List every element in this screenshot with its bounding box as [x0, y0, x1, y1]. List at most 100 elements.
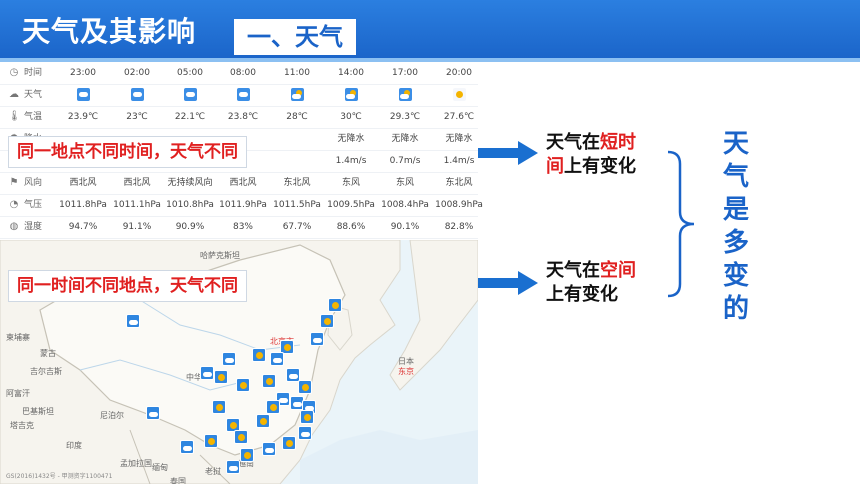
cloud-icon — [76, 88, 90, 101]
map-place-label: 吉尔吉斯 — [30, 367, 62, 376]
map-place-label: 缅甸 — [152, 463, 168, 472]
conclusion-char: 气 — [722, 162, 749, 192]
weather-icon-cell — [110, 84, 164, 106]
sun-icon[interactable] — [204, 434, 218, 448]
cloud-icon[interactable] — [298, 426, 312, 440]
value-cell: 无持续风向 — [167, 178, 213, 188]
cloud-icon[interactable] — [200, 366, 214, 380]
value-cell: 23.8℃ — [227, 112, 259, 122]
sun-icon[interactable] — [256, 414, 270, 428]
weather-icon-cell — [163, 84, 217, 106]
value-cell: 22.1℃ — [174, 112, 206, 122]
row-label-text: 气压 — [24, 200, 43, 210]
value-cell: 1011.1hPa — [113, 200, 161, 210]
gauge-icon: ◔ — [9, 199, 19, 210]
weather-icon-cell — [270, 84, 324, 106]
conclusion-vertical-text: 天气是多变的 — [718, 128, 754, 326]
map-place-label: 哈萨克斯坦 — [200, 251, 240, 260]
map-place-label: 柬埔寨 — [6, 333, 30, 342]
time-variation-text: 天气在短时 间上有变化 — [546, 131, 636, 179]
value-cell: 1.4m/s — [335, 156, 367, 166]
value-cell: 西北风 — [69, 178, 97, 188]
space-text-a: 天气在 — [546, 260, 600, 281]
map-place-label: 塔吉克 — [10, 421, 34, 430]
row-label-text: 天气 — [24, 90, 43, 100]
table-row-6: ◔ 气压 1011.8hPa 1011.1hPa 1010.8hPa 1011.9hPa 1… — [0, 194, 483, 217]
weather-icon-cell — [324, 84, 378, 106]
row-label: 🌡 气温 — [0, 106, 50, 128]
value-cell: 东风 — [341, 178, 360, 188]
cloud-icon[interactable] — [262, 442, 276, 456]
sun-icon[interactable] — [212, 400, 226, 414]
value-cell: 23℃ — [126, 112, 148, 122]
map-place-label: 泰国 — [170, 477, 186, 484]
sun-icon[interactable] — [298, 380, 312, 394]
row-label: ◷ 时间 — [0, 62, 50, 84]
time-cell: 11:00 — [284, 68, 310, 78]
value-cell: 82.8% — [444, 222, 474, 232]
map-place-label: 尼泊尔 — [100, 411, 124, 420]
time-text-b: 上有变化 — [564, 156, 636, 177]
value-cell: 30℃ — [340, 112, 362, 122]
sun-icon[interactable] — [320, 314, 334, 328]
time-cell: 02:00 — [124, 68, 150, 78]
cloud-icon[interactable] — [146, 406, 160, 420]
sun-icon[interactable] — [236, 378, 250, 392]
cloud-icon[interactable] — [310, 332, 324, 346]
value-cell: 东北风 — [283, 178, 311, 188]
conclusion-char: 是 — [722, 195, 749, 225]
clock-icon: ◷ — [9, 67, 19, 78]
cloud-icon[interactable] — [126, 314, 140, 328]
value-cell: 1009.5hPa — [327, 200, 375, 210]
sun-icon[interactable] — [266, 400, 280, 414]
map-copyright: GS(2016)1432号 - 甲测资字1100471 — [6, 473, 113, 480]
value-cell: 1008.9hPa — [435, 200, 483, 210]
value-cell: 23.9℃ — [67, 112, 99, 122]
map-place-label: 印度 — [66, 441, 82, 450]
row-label: ◔ 气压 — [0, 194, 50, 216]
sun-icon[interactable] — [300, 410, 314, 424]
conclusion-char: 变 — [722, 261, 749, 291]
cloud-icon — [236, 88, 250, 101]
time-cell: 17:00 — [392, 68, 418, 78]
cloud-icon[interactable] — [226, 460, 240, 474]
cloud-icon[interactable] — [180, 440, 194, 454]
value-cell: 27.6℃ — [443, 112, 475, 122]
value-cell: 东北风 — [445, 178, 473, 188]
value-cell: 90.1% — [390, 222, 420, 232]
conclusion-char: 天 — [722, 129, 749, 159]
weather-icon-cell — [56, 84, 110, 106]
cloud-icon[interactable] — [270, 352, 284, 366]
map-place-label: 巴基斯坦 — [22, 407, 54, 416]
sun-icon[interactable] — [240, 448, 254, 462]
time-cell: 23:00 — [70, 68, 96, 78]
map-place-label: 东京 — [398, 367, 414, 376]
table-row-1: ☁ 天气 — [0, 84, 478, 107]
sun-icon — [452, 88, 466, 101]
sun-icon[interactable] — [234, 430, 248, 444]
row-label-text: 风向 — [24, 178, 43, 188]
callout-space: 同一时间不同地点，天气不同 — [8, 270, 247, 302]
value-cell: 28℃ — [286, 112, 308, 122]
sun-icon[interactable] — [252, 348, 266, 362]
conclusion-char: 的 — [722, 294, 749, 324]
brace-icon — [667, 150, 695, 298]
map-place-label: 阿富汗 — [6, 389, 30, 398]
value-cell: 1011.8hPa — [59, 200, 107, 210]
cloud-icon[interactable] — [222, 352, 236, 366]
weather-icon-cell — [378, 84, 432, 106]
sun-icon[interactable] — [214, 370, 228, 384]
value-cell: 无降水 — [391, 134, 419, 144]
row-label-text: 湿度 — [24, 222, 43, 232]
sun-icon[interactable] — [282, 436, 296, 450]
arrow-right-icon — [478, 271, 538, 295]
value-cell — [270, 150, 324, 172]
sun-icon[interactable] — [328, 298, 342, 312]
weather-icon-cell — [216, 84, 270, 106]
row-label-text: 气温 — [24, 112, 43, 122]
sun-icon[interactable] — [262, 374, 276, 388]
space-text-b: 上有变化 — [546, 284, 618, 305]
value-cell: 西北风 — [123, 178, 151, 188]
value-cell: 88.6% — [336, 222, 366, 232]
row-label: ⚑ 风向 — [0, 172, 50, 194]
